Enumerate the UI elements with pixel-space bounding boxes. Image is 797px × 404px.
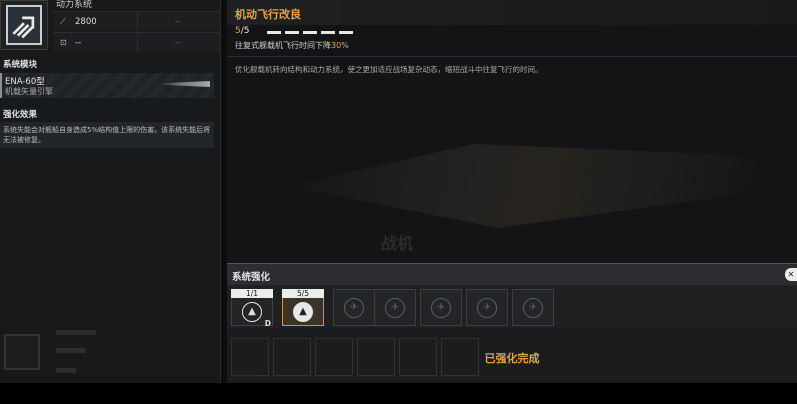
slot-level: 1/1 — [231, 289, 273, 298]
level-pips — [267, 31, 353, 34]
engine-icon — [6, 5, 42, 45]
module-desc: 机载矢量引擎 — [5, 87, 53, 96]
background-label: 战机 — [381, 234, 414, 253]
effect-box: 系统失能会对舰船自身造成5%结构值上限的伤害。该系统失能后将无法被修复。 — [0, 122, 214, 148]
enhance-slot[interactable]: 1/1 ▲ D — [231, 289, 273, 328]
enhance-slot[interactable]: 5/5 ▲ — [282, 289, 324, 326]
attack-icon: ⟋ — [60, 16, 66, 26]
subsystem-panel: 动力系统 ⟋ 2800 -- ⊡ -- -- 系统模块 ENA-60型 机载矢量… — [0, 0, 221, 383]
upgrade-description: 优化舰载机转向结构和动力系统，使之更加适应战场复杂动态，缩短战斗中往复飞行的时间… — [235, 65, 543, 74]
locked-fighter-icon: ✈ — [431, 298, 451, 318]
level-pip — [303, 31, 317, 34]
level-max: /5 — [240, 26, 250, 36]
enhance-slot[interactable]: ✈ — [512, 289, 554, 326]
effect-text: 系统失能会对舰船自身造成5%结构值上限的伤害。该系统失能后将无法被修复。 — [3, 126, 211, 144]
stat-extra: -- — [175, 38, 181, 47]
background-ship — [287, 144, 757, 228]
bonus-line: 往复式舰载机飞行时间下降30% — [235, 40, 349, 51]
stat-row-armor: ⊡ -- -- — [53, 32, 220, 52]
enhance-tray-footer: 已强化完成 — [227, 330, 797, 383]
enhance-slot[interactable]: ✈ — [374, 289, 416, 326]
divider — [137, 33, 138, 52]
enhance-slot[interactable]: ✈ — [333, 289, 375, 326]
ghost-entry — [0, 320, 220, 383]
armor-icon: ⊡ — [60, 37, 67, 47]
slot-level: 5/5 — [282, 289, 324, 298]
enhance-tray-header: 系统强化 ✕ — [227, 263, 797, 285]
divider — [227, 56, 797, 57]
enhance-slot[interactable]: ✈ — [466, 289, 508, 326]
enhance-tray-title: 系统强化 — [232, 272, 271, 283]
level-pip — [339, 31, 353, 34]
ghost-line — [56, 330, 96, 335]
stat-value: -- — [75, 37, 82, 48]
locked-fighter-icon: ✈ — [344, 298, 364, 318]
stat-value: 2800 — [75, 16, 97, 27]
bonus-value: 30% — [331, 41, 349, 50]
level-pip — [285, 31, 299, 34]
upgrade-level: 5/5 — [235, 26, 250, 36]
upgrade-icon: ▲ — [293, 302, 313, 322]
subsystem-title: 动力系统 — [56, 0, 93, 10]
locked-fighter-icon: ✈ — [385, 298, 405, 318]
locked-fighter-icon: ✈ — [477, 298, 497, 318]
ghost-icon — [4, 334, 40, 370]
effect-heading: 强化效果 — [3, 110, 38, 120]
module-card[interactable]: ENA-60型 机载矢量引擎 — [0, 73, 214, 98]
module-heading: 系统模块 — [3, 60, 38, 70]
divider — [137, 12, 138, 31]
stat-row-attack: ⟋ 2800 -- — [53, 11, 220, 31]
level-pip — [267, 31, 281, 34]
title-bar: 机动飞行改良 — [227, 0, 797, 25]
level-pip — [321, 31, 335, 34]
ghost-line — [56, 368, 76, 373]
enhance-status: 已强化完成 — [484, 352, 540, 365]
locked-fighter-icon: ✈ — [523, 298, 543, 318]
slot-tag: D — [264, 319, 271, 328]
enhance-slot-tray: 1/1 ▲ D 5/5 ▲ ✈ ✈ ✈ ✈ ✈ — [227, 285, 797, 329]
bottom-bar — [0, 383, 797, 404]
bonus-prefix: 往复式舰载机飞行时间下降 — [235, 41, 331, 50]
ghost-line — [56, 348, 86, 353]
stat-extra: -- — [175, 17, 181, 26]
upgrade-title: 机动飞行改良 — [235, 8, 301, 21]
close-icon[interactable]: ✕ — [785, 268, 797, 281]
enhance-slot[interactable]: ✈ — [420, 289, 462, 326]
module-ship-icon — [160, 81, 210, 87]
upgrade-detail-panel: 战机 机动飞行改良 5/5 往复式舰载机飞行时间下降30% 优化舰载机转向结构和… — [227, 0, 797, 383]
upgrade-icon: ▲ — [242, 302, 262, 322]
subsystem-emblem[interactable] — [0, 0, 48, 50]
